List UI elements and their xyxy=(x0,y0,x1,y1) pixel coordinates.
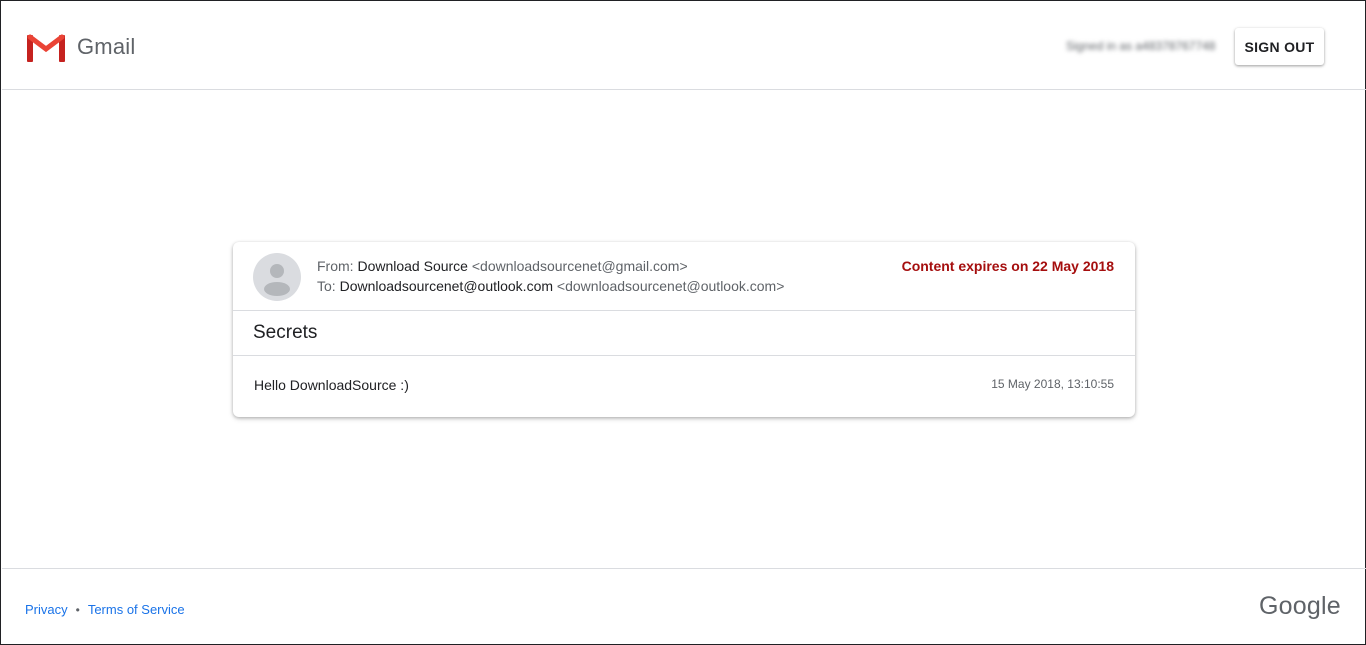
page-frame: Gmail Signed in as a48378767748 SIGN OUT… xyxy=(0,0,1366,645)
signed-in-account: Signed in as a48378767748 xyxy=(1066,39,1216,53)
app-header: Gmail Signed in as a48378767748 SIGN OUT xyxy=(2,2,1366,90)
message-card: From: Download Source <downloadsourcenet… xyxy=(233,242,1135,417)
recipient-email: <downloadsourcenet@outlook.com> xyxy=(556,278,785,294)
from-label: From: xyxy=(317,258,354,274)
subject-row: Secrets xyxy=(233,311,1135,356)
gmail-logo-icon xyxy=(27,34,65,62)
message-header: From: Download Source <downloadsourcenet… xyxy=(233,242,1135,311)
avatar xyxy=(253,253,301,301)
person-icon xyxy=(264,264,290,296)
page-footer: Privacy • Terms of Service Google xyxy=(2,568,1366,645)
sign-out-button[interactable]: SIGN OUT xyxy=(1235,28,1324,65)
app-name: Gmail xyxy=(77,34,136,59)
google-logo: Google xyxy=(1259,592,1341,620)
message-body: Hello DownloadSource :) xyxy=(254,377,409,393)
to-line: To: Downloadsourcenet@outlook.com <downl… xyxy=(317,278,784,294)
message-subject: Secrets xyxy=(253,322,318,343)
expiry-notice: Content expires on 22 May 2018 xyxy=(901,258,1114,274)
privacy-link[interactable]: Privacy xyxy=(25,602,68,617)
terms-link[interactable]: Terms of Service xyxy=(88,602,185,617)
message-timestamp: 15 May 2018, 13:10:55 xyxy=(991,377,1114,391)
footer-links: Privacy • Terms of Service xyxy=(25,602,185,617)
recipient-name: Downloadsourcenet@outlook.com xyxy=(339,278,554,294)
footer-separator: • xyxy=(75,603,80,617)
from-line: From: Download Source <downloadsourcenet… xyxy=(317,258,688,274)
sender-email: <downloadsourcenet@gmail.com> xyxy=(471,258,688,274)
sender-name: Download Source xyxy=(357,258,468,274)
to-label: To: xyxy=(317,278,336,294)
